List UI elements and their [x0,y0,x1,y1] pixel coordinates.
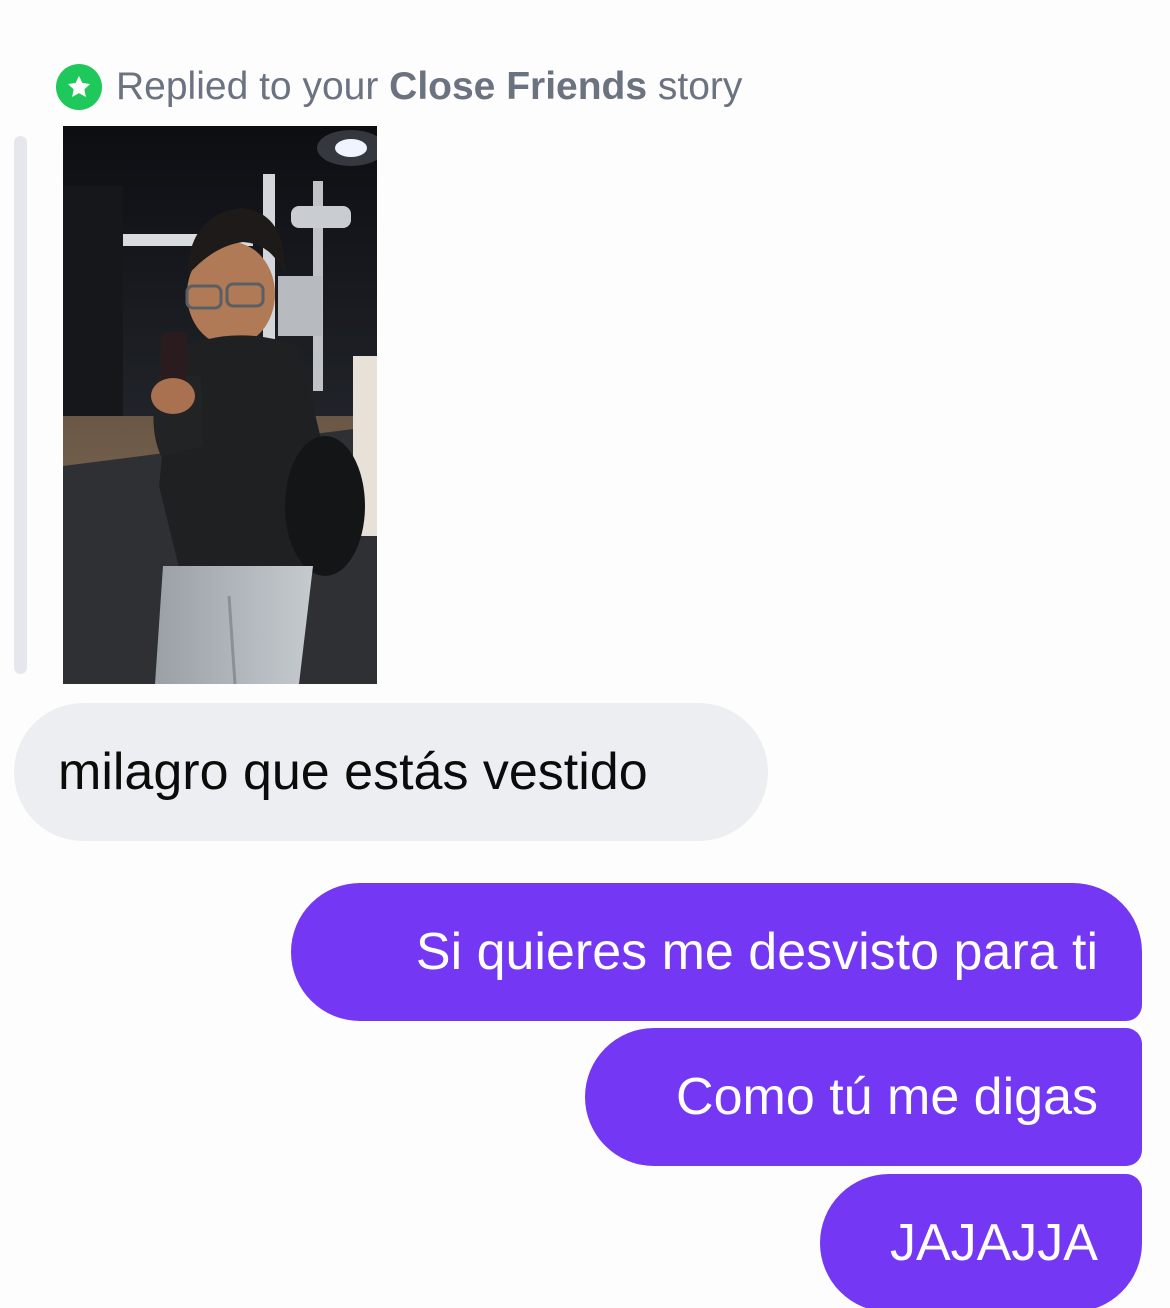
outgoing-message-bubble[interactable]: Como tú me digas [585,1028,1142,1166]
message-text: Si quieres me desvisto para ti [415,923,1098,981]
outgoing-message-bubble[interactable]: JAJAJJA [820,1174,1142,1308]
message-text: JAJAJJA [889,1214,1098,1272]
close-friends-label: Close Friends [389,65,648,108]
close-friends-badge [56,64,102,110]
message-text: milagro que estás vestido [58,743,648,801]
outgoing-message-bubble[interactable]: Si quieres me desvisto para ti [291,883,1142,1021]
message-text: Como tú me digas [676,1068,1098,1126]
incoming-message-bubble[interactable]: milagro que estás vestido [14,703,768,841]
reply-header-prefix: Replied to your [116,65,390,108]
reply-header-suffix: story [647,65,743,108]
reply-quote-bar [14,136,27,674]
story-reply-header: Replied to your Close Friends story [56,64,742,110]
star-icon [67,75,91,98]
story-preview-image[interactable] [63,126,377,684]
chat-thread: Replied to your Close Friends story mila… [0,0,1170,1308]
reply-header-text: Replied to your Close Friends story [116,65,742,109]
mirror-selfie-photo [63,126,377,684]
